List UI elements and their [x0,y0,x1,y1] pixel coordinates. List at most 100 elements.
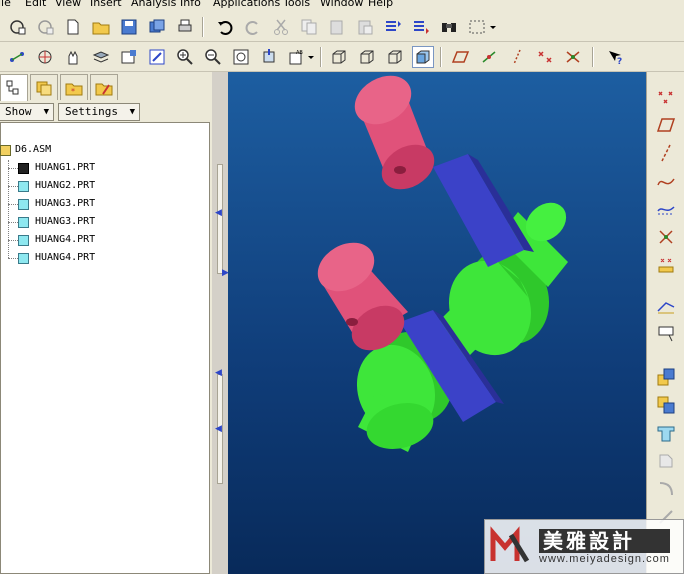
panel-splitter[interactable]: ◀ ▶ ◀ ◀ [212,72,229,574]
context-help-icon[interactable]: ? [604,46,626,68]
spline-tool-icon[interactable] [655,294,677,316]
part-icon [18,252,29,264]
datum-axis-tool-icon[interactable] [655,142,677,164]
csys-tool-icon[interactable] [655,226,677,248]
toolbar-separator [202,17,204,37]
pan-hand-icon[interactable] [62,46,84,68]
tree-item-part[interactable]: HUANG4.PRT [18,232,95,248]
splitter-grip[interactable] [217,164,223,274]
save-copy-icon[interactable] [146,16,168,38]
print-icon[interactable] [174,16,196,38]
tree-item-part[interactable]: HUANG4.PRT [18,250,95,266]
tree-item-part[interactable]: HUANG3.PRT [18,196,95,212]
menu-edit[interactable]: Edit [25,0,46,10]
hole-feature-icon[interactable] [655,450,677,472]
menu-help[interactable]: Help [368,0,393,10]
analysis-tool-icon[interactable] [655,254,677,276]
svg-text:*: * [71,87,75,96]
datum-plane-tool-icon[interactable] [655,114,677,136]
tab-favorites[interactable]: * [60,74,88,100]
connections-icon [95,83,113,95]
chevron-down-icon: ▼ [129,107,135,117]
tree-item-part[interactable]: HUANG2.PRT [18,178,95,194]
tree-connector [8,222,18,223]
sketch-tool-icon[interactable] [655,198,677,220]
datum-point-tool-icon[interactable] [655,86,677,108]
collapse-arrow-icon[interactable]: ◀ [215,368,222,378]
collapse-arrow-icon[interactable]: ◀ [215,208,222,218]
undo-icon[interactable] [214,16,236,38]
view-manager-icon[interactable] [118,46,140,68]
round-feature-icon[interactable] [655,478,677,500]
menu-applications[interactable]: Applications [213,0,280,10]
menu-window[interactable]: Window [320,0,363,10]
tab-model-tree[interactable] [0,74,28,101]
tree-item-part[interactable]: HUANG1.PRT [18,160,95,176]
datum-axes-icon[interactable] [478,46,500,68]
erase-session-icon[interactable] [34,16,56,38]
tab-folder-browser[interactable] [30,74,58,100]
menu-view[interactable]: View [55,0,81,10]
menu-analysis[interactable]: Analysis [131,0,176,10]
new-file-icon[interactable] [62,16,84,38]
paste-special-icon[interactable] [354,16,376,38]
tree-connector [8,240,18,241]
zoom-out-icon[interactable] [202,46,224,68]
zoom-in-icon[interactable] [174,46,196,68]
wireframe-icon[interactable] [328,46,350,68]
selection-dropdown-icon[interactable] [488,16,498,38]
cut-icon[interactable] [270,16,292,38]
datum-csys-icon[interactable] [534,46,556,68]
datum-planes-icon[interactable] [450,46,472,68]
save-icon[interactable] [118,16,140,38]
graphics-viewport[interactable] [228,72,646,574]
tree-item-label: D6.ASM [15,144,52,155]
shading-icon[interactable] [412,46,434,68]
saved-views-icon[interactable]: AB [286,46,308,68]
tree-item-label: HUANG3.PRT [35,216,96,227]
navigator-tabs: * [0,72,212,101]
part-icon [18,180,29,192]
no-hidden-icon[interactable] [384,46,406,68]
annotation-display-icon[interactable] [562,46,584,68]
tree-item-label: HUANG4.PRT [35,252,96,263]
menu-insert[interactable]: Insert [90,0,122,10]
component-tool-icon[interactable] [655,366,677,388]
cut-feature-icon[interactable] [655,422,677,444]
tab-connections[interactable] [90,74,118,100]
saved-views-dropdown-icon[interactable] [306,46,316,68]
selection-box-icon[interactable] [466,16,488,38]
open-session-icon[interactable] [6,16,28,38]
layers-icon[interactable] [90,46,112,68]
spin-center-icon[interactable] [34,46,56,68]
regen-manager-icon[interactable] [410,16,432,38]
refit-icon[interactable] [230,46,252,68]
menu-tools[interactable]: Tools [283,0,310,10]
datum-curve-tool-icon[interactable] [655,170,677,192]
tree-item-label: HUANG3.PRT [35,198,96,209]
toolbar-separator [592,47,594,67]
favorites-icon: * [65,83,83,96]
menu-info[interactable]: Info [180,0,201,10]
datum-points-icon[interactable] [506,46,528,68]
tree-connector [8,204,18,205]
paste-icon[interactable] [326,16,348,38]
reorient-icon[interactable] [258,46,280,68]
repaint-icon[interactable] [146,46,168,68]
note-tool-icon[interactable] [655,322,677,344]
tree-item-root[interactable]: D6.ASM [0,142,51,158]
copy-icon[interactable] [298,16,320,38]
open-folder-icon[interactable] [90,16,112,38]
find-icon[interactable] [438,16,460,38]
datum-axis-icon[interactable] [6,46,28,68]
create-component-icon[interactable] [655,394,677,416]
regenerate-icon[interactable] [382,16,404,38]
hidden-line-icon[interactable] [356,46,378,68]
settings-dropdown[interactable]: Settings ▼ [58,103,140,121]
tree-item-part[interactable]: HUANG3.PRT [18,214,95,230]
collapse-arrow-icon[interactable]: ◀ [215,424,222,434]
menu-file[interactable]: ile [0,0,11,10]
show-dropdown[interactable]: Show ▼ [0,103,54,121]
redo-icon[interactable] [242,16,264,38]
model-tree-icon [6,80,19,95]
